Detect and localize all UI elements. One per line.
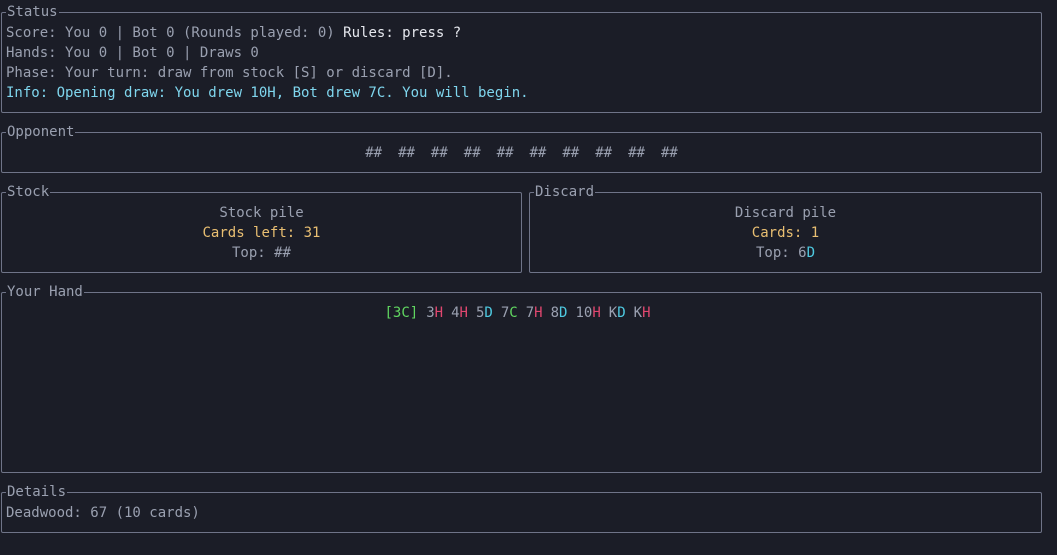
hand-card-rank: 7 [525,305,535,321]
hand-card[interactable]: 7H [526,305,543,321]
opponent-card: ## [595,145,613,161]
rules-hint: Rules: press ? [343,25,462,41]
hand-card[interactable]: 4H [451,305,468,321]
hand-card-suit: H [592,305,601,321]
discard-top-label: Top: [755,245,799,261]
hands-line: Hands: You 0 | Bot 0 | Draws 0 [6,45,259,61]
opponent-card: ## [496,145,514,161]
phase-line: Phase: Your turn: draw from stock [S] or… [6,65,453,81]
discard-cards-count: Cards: 1 [751,225,820,241]
hand-card[interactable]: 3H [426,305,443,321]
hand-card-suit: H [459,305,468,321]
deadwood-text: Deadwood: 67 (10 cards) [6,505,200,521]
hand-card[interactable]: 10H [575,305,600,321]
discard-top-rank: 6 [798,245,807,261]
hand-card-rank: 3 [426,305,435,321]
hand-card-rank: 4 [451,305,460,321]
opponent-panel: Opponent ## ## ## ## ## ## ## ## ## ## [1,123,1042,173]
hand-cards: [3C] 3H 4H 5D 7C 7H 8D 10H KD KH [2,303,1041,323]
opponent-cards: ## ## ## ## ## ## ## ## ## ## [2,143,1041,163]
hand-card-rank: 8 [550,305,560,321]
hand-panel: Your Hand [3C] 3H 4H 5D 7C 7H 8D 10H KD KH [1,283,1042,473]
discard-panel-title: Discard [534,183,596,201]
stock-top-card: Top: ## [231,245,291,261]
hand-card[interactable]: [3C] [384,305,418,321]
hand-card-rank: 10 [575,305,593,321]
hand-card-suit: D [484,305,493,321]
opponent-card: ## [529,145,547,161]
stock-heading: Stock pile [219,205,304,221]
hand-card[interactable]: 7C [501,305,518,321]
hand-card-suit: H [534,305,543,321]
details-panel-title: Details [6,483,68,501]
opponent-card: ## [463,145,481,161]
hand-card[interactable]: KH [634,305,651,321]
opponent-card: ## [365,145,383,161]
details-panel: Details Deadwood: 67 (10 cards) [1,483,1042,533]
hand-card-suit: C [401,305,410,321]
hand-card[interactable]: KD [609,305,626,321]
opponent-card: ## [398,145,415,161]
discard-top-suit: D [806,245,816,261]
status-panel-title: Status [6,3,59,21]
hand-card[interactable]: 8D [551,305,568,321]
hand-card-suit: D [559,305,568,321]
discard-top-line: Top: 6D [530,243,1041,263]
discard-panel[interactable]: Discard Discard pile Cards: 1 Top: 6D [529,183,1042,273]
hand-card-rank: K [608,305,618,321]
hand-panel-title: Your Hand [6,283,84,301]
discard-heading: Discard pile [734,205,837,221]
stock-panel-title: Stock [6,183,51,201]
opponent-card: ## [430,145,448,161]
hand-card-suit: D [617,305,626,321]
opponent-panel-title: Opponent [6,123,76,141]
hand-card[interactable]: 5D [476,305,493,321]
stock-panel[interactable]: Stock Stock pile Cards left: 31 Top: ## [1,183,522,273]
score-text: Score: You 0 | Bot 0 (Rounds played: 0) [6,25,335,41]
hand-card-suit: H [434,305,444,321]
hand-card-suit: H [642,305,651,321]
hand-card-rank: K [633,305,643,321]
info-line: Info: Opening draw: You drew 10H, Bot dr… [6,85,529,101]
status-panel: Status Score: You 0 | Bot 0 (Rounds play… [1,3,1042,113]
score-line: Score: You 0 | Bot 0 (Rounds played: 0) … [6,23,461,43]
opponent-card: ## [628,145,645,161]
hand-card-suit: C [509,305,518,321]
opponent-card: ## [562,145,580,161]
stock-cards-left: Cards left: 31 [202,225,321,241]
opponent-card: ## [660,145,678,161]
